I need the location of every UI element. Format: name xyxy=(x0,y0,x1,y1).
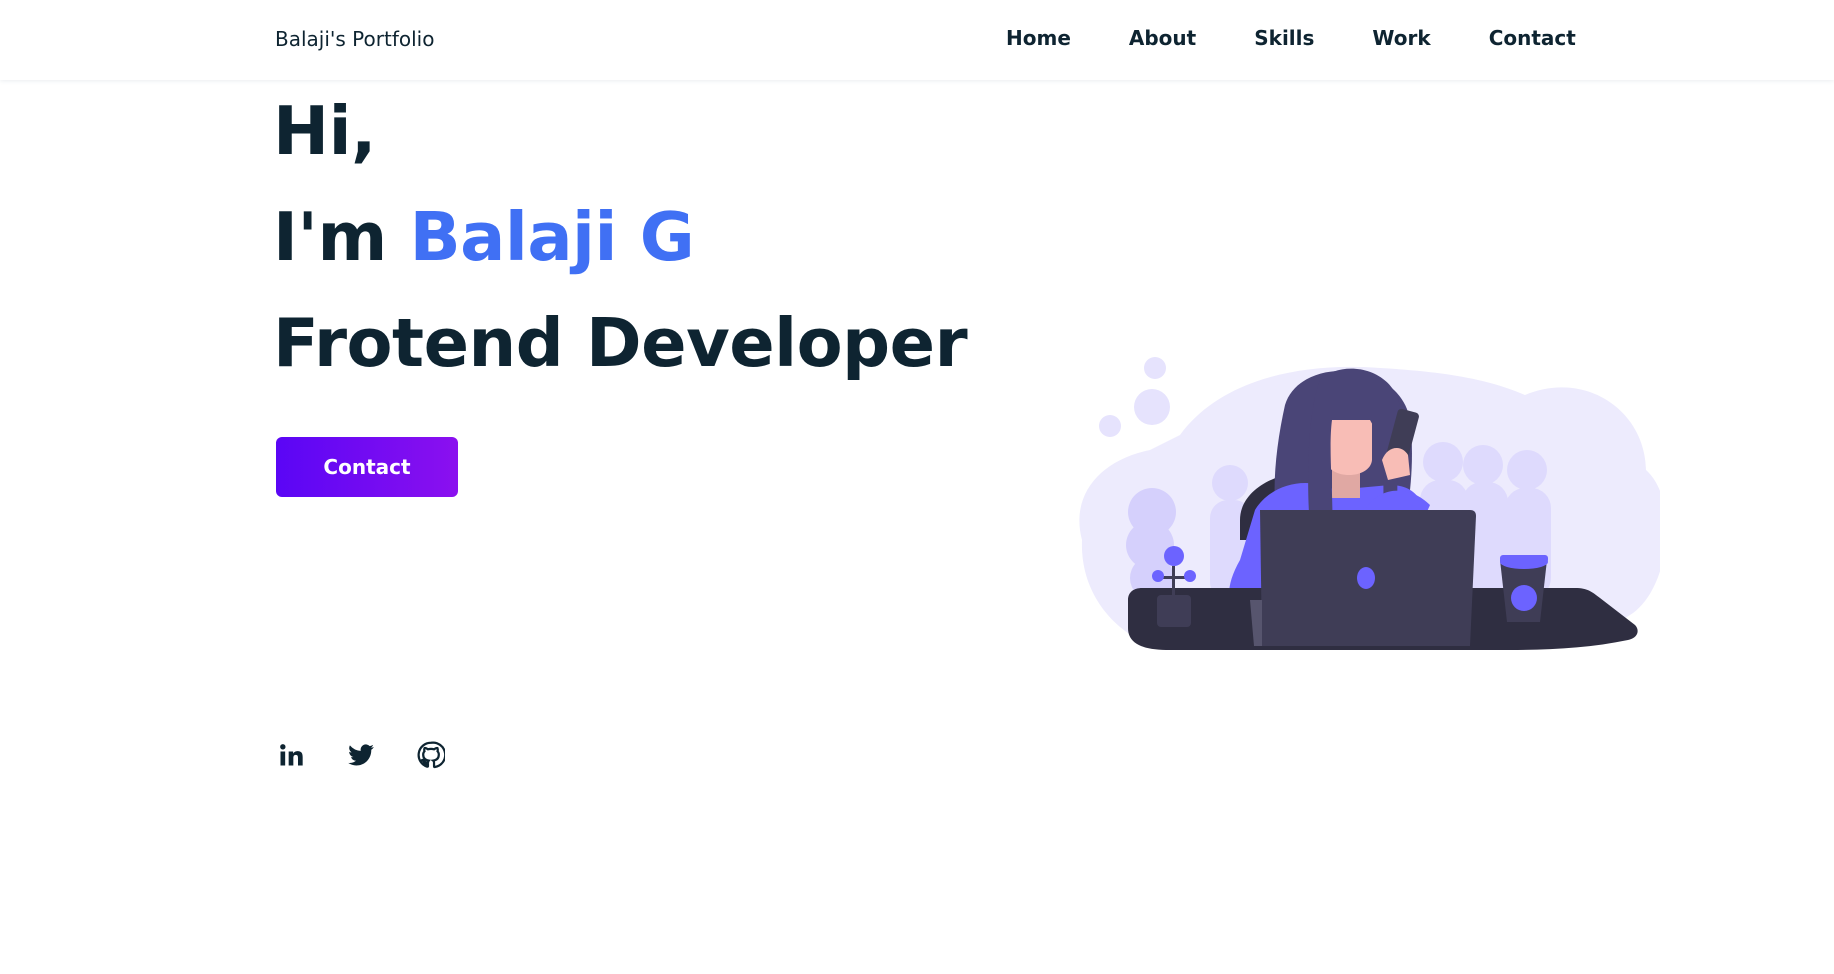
developer-illustration xyxy=(1079,357,1660,650)
social-links xyxy=(276,740,486,770)
main-nav: Home About Skills Work Contact xyxy=(1006,26,1576,50)
github-icon xyxy=(417,741,445,769)
hero-role: Frotend Developer xyxy=(273,304,968,382)
nav-home[interactable]: Home xyxy=(1006,26,1071,50)
twitter-link[interactable] xyxy=(346,740,376,770)
twitter-icon xyxy=(348,744,374,766)
linkedin-link[interactable] xyxy=(276,740,306,770)
hero-intro: I'm xyxy=(273,198,410,276)
site-header: Balaji's Portfolio Home About Skills Wor… xyxy=(0,0,1834,80)
nav-skills[interactable]: Skills xyxy=(1254,26,1314,50)
hero-name: Balaji G xyxy=(409,198,695,276)
nav-about[interactable]: About xyxy=(1129,26,1196,50)
contact-button[interactable]: Contact xyxy=(276,437,458,497)
hero-title: Hi, I'm Balaji G Frotend Developer xyxy=(273,78,968,396)
github-link[interactable] xyxy=(416,740,446,770)
hero-greeting: Hi, xyxy=(273,92,377,170)
site-logo[interactable]: Balaji's Portfolio xyxy=(275,27,434,51)
nav-contact[interactable]: Contact xyxy=(1489,26,1576,50)
linkedin-icon xyxy=(280,744,303,766)
nav-work[interactable]: Work xyxy=(1372,26,1430,50)
